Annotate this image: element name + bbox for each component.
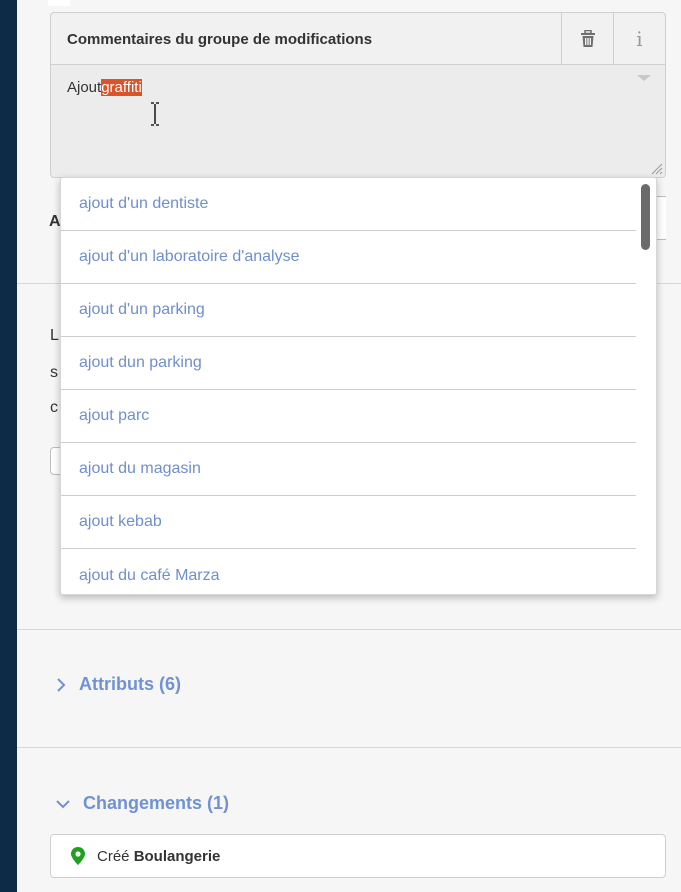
trash-icon: [580, 30, 595, 47]
scroll-edge: [48, 0, 70, 6]
comment-typed-text: Ajout: [67, 79, 102, 96]
resize-grip-icon[interactable]: [649, 161, 663, 175]
card-title: Commentaires du groupe de modifications: [67, 31, 373, 48]
suggestion-item[interactable]: ajout dun parking: [61, 337, 636, 390]
dropdown-scrollbar[interactable]: [641, 184, 650, 250]
hidden-heading-letter: A: [49, 213, 61, 230]
autocomplete-dropdown: ajout d'un dentiste ajout d'un laboratoi…: [60, 177, 657, 595]
caret-down-icon: [637, 75, 651, 81]
suggestion-item[interactable]: ajout du café Marza: [61, 549, 636, 594]
card-header: Commentaires du groupe de modifications …: [51, 13, 665, 65]
attributes-section-label: Attributs (6): [79, 674, 181, 694]
info-button[interactable]: i: [613, 13, 665, 65]
suggestion-item[interactable]: ajout d'un dentiste: [61, 178, 636, 231]
divider: [17, 629, 681, 630]
suggestion-item[interactable]: ajout d'un parking: [61, 284, 636, 337]
comment-textarea[interactable]: Ajoutgraffiti: [51, 65, 665, 178]
change-item[interactable]: Créé Boulangerie: [50, 834, 666, 878]
hidden-text-letter: s: [50, 364, 58, 381]
suggestion-item[interactable]: ajout du magasin: [61, 443, 636, 496]
suggestion-item[interactable]: ajout kebab: [61, 496, 636, 549]
chevron-down-icon: [56, 799, 70, 808]
changes-section-toggle[interactable]: Changements (1): [55, 793, 229, 814]
suggestion-item[interactable]: ajout d'un laboratoire d'analyse: [61, 231, 636, 284]
text-cursor-icon: [151, 102, 159, 126]
chevron-right-icon: [57, 677, 66, 692]
attributes-section-toggle[interactable]: Attributs (6): [55, 674, 181, 695]
change-action: Créé: [97, 847, 130, 865]
change-item-text: Créé Boulangerie: [97, 848, 220, 865]
comment-autocomplete-selection: graffiti: [101, 79, 142, 96]
delete-button[interactable]: [561, 13, 613, 65]
divider: [17, 747, 681, 748]
hidden-text-letter: L: [50, 327, 59, 344]
changes-section-label: Changements (1): [83, 793, 230, 813]
changeset-comment-card: Commentaires du groupe de modifications …: [50, 12, 666, 178]
change-feature-name: Boulangerie: [133, 847, 221, 865]
suggestion-item[interactable]: ajout parc: [61, 390, 636, 443]
info-icon: i: [636, 27, 643, 51]
map-pin-icon: [71, 847, 85, 865]
hidden-text-letter: c: [50, 399, 58, 416]
